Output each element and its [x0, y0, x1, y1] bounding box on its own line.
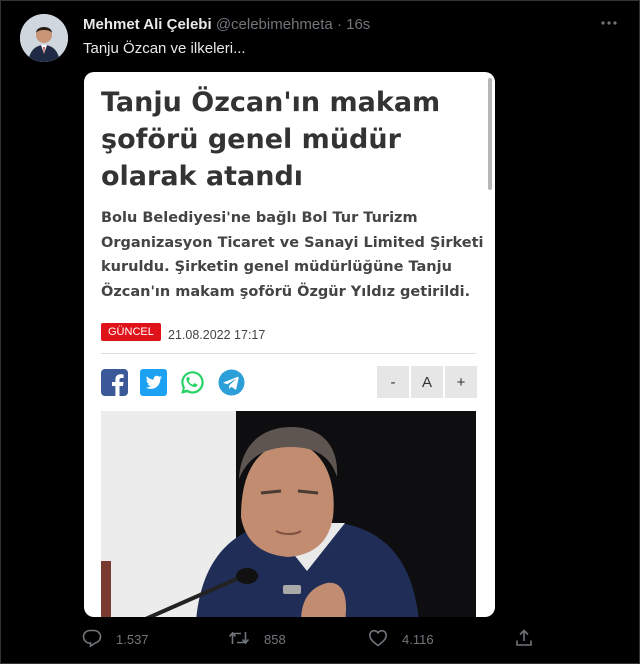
divider — [101, 353, 476, 354]
article-summary: Bolu Belediyesi'ne bağlı Bol Tur Turizm … — [101, 210, 484, 300]
retweet-icon — [228, 628, 264, 651]
more-horizontal-icon[interactable] — [600, 14, 618, 37]
separator-dot: · — [336, 16, 342, 33]
tweet-header: Mehmet Ali Çelebi @celebimehmeta · 16s — [83, 16, 370, 33]
twitter-icon — [140, 369, 167, 396]
font-decrease-button: - — [377, 366, 409, 398]
telegram-icon — [218, 369, 245, 396]
tweet-text: Tanju Özcan ve ilkeleri... — [83, 40, 246, 57]
attached-image[interactable]: Tanju Özcan'ın makam şoförü genel müdür … — [84, 72, 495, 617]
reply-count: 1.537 — [116, 632, 149, 647]
article-photo — [101, 411, 476, 617]
retweet-count: 858 — [264, 632, 286, 647]
reply-button[interactable]: 1.537 — [82, 628, 149, 651]
category-badge: GÜNCEL — [101, 323, 161, 341]
article-date: 21.08.2022 17:17 — [168, 328, 266, 342]
share-button[interactable] — [514, 628, 548, 651]
like-count: 4.116 — [402, 632, 434, 647]
tweet-actions: 1.537 858 4.116 — [0, 628, 640, 656]
like-icon — [368, 628, 402, 651]
like-button[interactable]: 4.116 — [368, 628, 434, 651]
whatsapp-icon — [179, 369, 206, 396]
retweet-button[interactable]: 858 — [228, 628, 286, 651]
tweet-time[interactable]: 16s — [346, 16, 370, 33]
font-reset-button: A — [411, 366, 443, 398]
author-handle[interactable]: @celebimehmeta — [216, 16, 333, 33]
scrollbar — [488, 78, 492, 190]
author-name[interactable]: Mehmet Ali Çelebi — [83, 16, 212, 33]
font-increase-button: + — [445, 366, 477, 398]
reply-icon — [82, 628, 116, 651]
avatar[interactable] — [20, 14, 68, 62]
share-icon — [514, 628, 548, 651]
facebook-icon — [101, 369, 128, 396]
article-headline: Tanju Özcan'ın makam şoförü genel müdür … — [101, 87, 441, 192]
